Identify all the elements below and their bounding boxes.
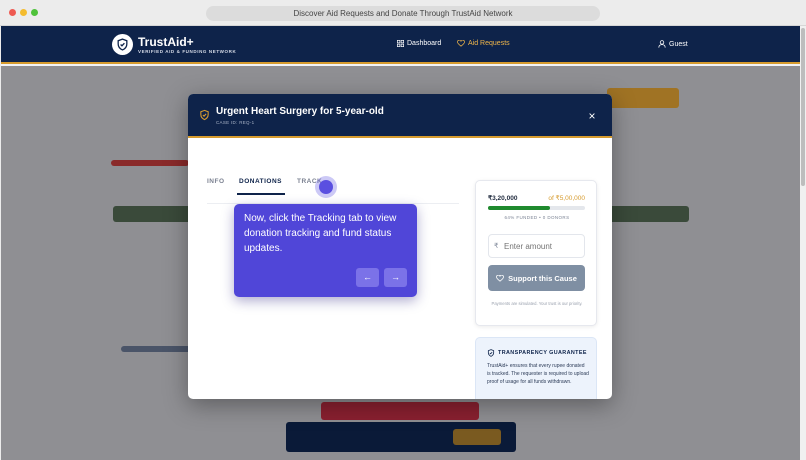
close-window-button[interactable] (9, 9, 16, 16)
close-icon[interactable]: × (584, 108, 600, 124)
nav-aid-requests-label: Aid Requests (468, 40, 510, 47)
grid-icon (397, 40, 404, 47)
page-scrollbar[interactable] (800, 26, 806, 460)
guarantee-title: TRANSPARENCY GUARANTEE (498, 350, 587, 356)
tour-highlight-dot[interactable] (319, 180, 333, 194)
app-viewport: TrustAid+ VERIFIED AID & FUNDING NETWORK… (1, 26, 800, 460)
support-cause-label: Support this Cause (508, 273, 577, 283)
funding-stats: 64% FUNDED • 0 DONORS (504, 215, 570, 220)
modal-title: Urgent Heart Surgery for 5-year-old (216, 106, 384, 117)
support-cause-button[interactable]: Support this Cause (488, 265, 585, 291)
nav-dashboard-label: Dashboard (407, 40, 442, 47)
bg-bottom-accent (453, 429, 501, 445)
amount-goal: of ₹5,00,000 (548, 195, 585, 202)
active-tab-indicator (237, 193, 285, 195)
amount-raised: ₹3,20,000 (488, 195, 518, 202)
top-navbar: TrustAid+ VERIFIED AID & FUNDING NETWORK… (1, 26, 800, 64)
bg-card-bar (121, 346, 191, 352)
bg-red-button (321, 402, 479, 420)
funding-progress-bar (488, 206, 585, 210)
rupee-icon: ₹ (494, 243, 499, 250)
payment-note: Payments are simulated. Your trust is ou… (491, 301, 583, 306)
shield-icon (200, 109, 209, 121)
arrow-right-icon[interactable]: → (384, 268, 407, 287)
logo-icon[interactable] (112, 34, 133, 55)
funding-progress-fill (488, 206, 551, 210)
tab-info[interactable]: INFO (207, 178, 225, 185)
tab-donations[interactable]: DONATIONS (239, 178, 282, 185)
brand-tagline: VERIFIED AID & FUNDING NETWORK (138, 49, 237, 54)
nav-aid-requests[interactable]: Aid Requests (457, 40, 510, 47)
donation-amount-input[interactable] (488, 234, 585, 258)
bg-header-accent (607, 88, 679, 108)
bg-card-stripe (111, 160, 189, 166)
donation-card: ₹3,20,000 of ₹5,00,000 64% FUNDED • 0 DO… (475, 180, 597, 326)
guarantee-text: TrustAid+ ensures that every rupee donat… (487, 363, 589, 385)
guest-label: Guest (669, 40, 688, 48)
transparency-guarantee-card: TRANSPARENCY GUARANTEE TrustAid+ ensures… (475, 337, 597, 399)
heart-icon (496, 274, 504, 282)
minimize-window-button[interactable] (20, 9, 27, 16)
scrollbar-thumb[interactable] (801, 28, 805, 186)
nav-dashboard[interactable]: Dashboard (397, 40, 441, 47)
browser-titlebar: Discover Aid Requests and Donate Through… (0, 0, 806, 26)
case-id: CASE ID: REQ-1 (216, 120, 255, 125)
shield-check-icon (487, 349, 495, 357)
arrow-left-icon[interactable]: ← (356, 268, 379, 287)
modal-header: Urgent Heart Surgery for 5-year-old CASE… (188, 94, 612, 138)
tour-tooltip: Now, click the Tracking tab to view dona… (234, 204, 417, 297)
tour-message: Now, click the Tracking tab to view dona… (244, 213, 397, 254)
user-icon (658, 40, 666, 48)
guest-menu[interactable]: Guest (658, 40, 688, 48)
maximize-window-button[interactable] (31, 9, 38, 16)
address-bar[interactable]: Discover Aid Requests and Donate Through… (206, 6, 600, 21)
brand-name[interactable]: TrustAid+ (138, 35, 194, 49)
heart-icon (457, 40, 465, 47)
